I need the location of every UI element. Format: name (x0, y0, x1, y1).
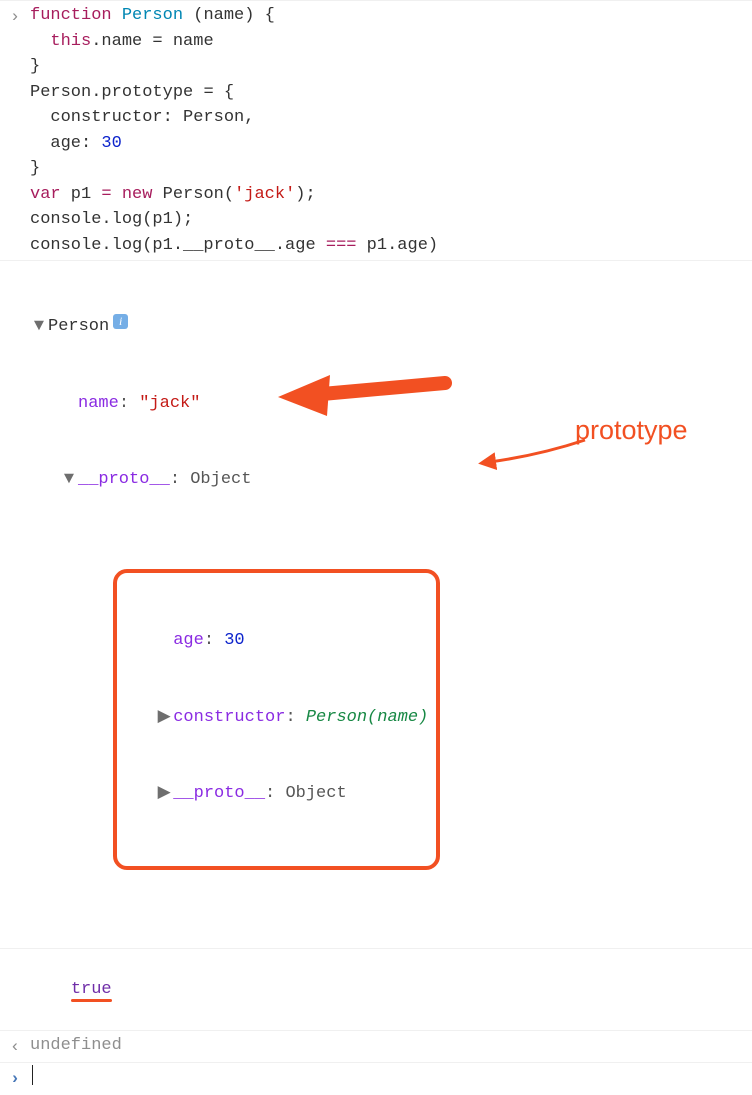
prop-constructor-row[interactable]: ▶ constructor: Person(name) (125, 705, 428, 731)
output-gutter (0, 263, 30, 265)
prop-name-row[interactable]: name: "jack" (30, 391, 744, 417)
object-class-name: Person (48, 314, 109, 340)
input-prompt-icon: › (0, 1065, 30, 1093)
console-output-object-row: ▼ Person i name: "jack" ▼ __proto__: Obj… (0, 260, 752, 948)
disclosure-down-icon[interactable]: ▼ (30, 314, 48, 340)
output-true: true (30, 951, 752, 1028)
prop-proto-nested-row[interactable]: ▶ __proto__: Object (125, 781, 428, 807)
disclosure-right-icon[interactable]: ▶ (155, 781, 173, 807)
highlight-box: age: 30 ▶ constructor: Person(name) ▶ __… (113, 569, 440, 870)
output-gutter (0, 951, 30, 953)
object-explorer[interactable]: ▼ Person i name: "jack" ▼ __proto__: Obj… (30, 263, 752, 946)
object-root-row[interactable]: ▼ Person i (30, 314, 744, 340)
input-prompt-icon: › (0, 3, 30, 31)
console-return-row: ‹ undefined (0, 1030, 752, 1063)
console-output-true-row: true (0, 948, 752, 1030)
console-prompt-row[interactable]: › (0, 1062, 752, 1095)
code-block[interactable]: function Person (name) { this.name = nam… (30, 3, 752, 258)
console-input-row: › function Person (name) { this.name = n… (0, 0, 752, 260)
disclosure-down-icon[interactable]: ▼ (60, 467, 78, 493)
disclosure-right-icon[interactable]: ▶ (155, 705, 173, 731)
text-cursor (32, 1065, 33, 1085)
prop-proto-row[interactable]: ▼ __proto__: Object (30, 467, 744, 493)
info-icon[interactable]: i (113, 314, 128, 329)
console-input[interactable] (30, 1065, 752, 1092)
output-undefined: undefined (30, 1033, 752, 1059)
return-prompt-icon: ‹ (0, 1033, 30, 1061)
